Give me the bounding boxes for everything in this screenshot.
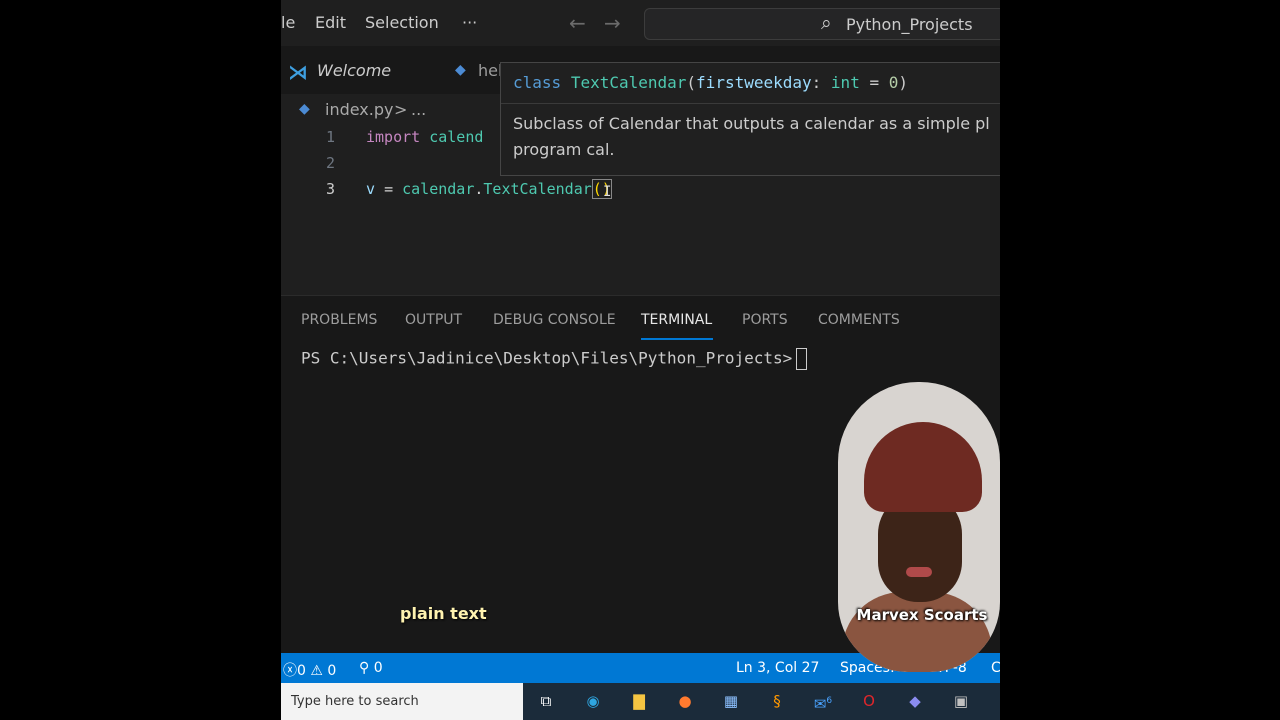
store-icon[interactable]: ▦ [721, 691, 741, 711]
back-arrow-icon[interactable]: ← [569, 11, 586, 35]
command-center[interactable]: ⌕ Python_Projects [644, 8, 1000, 40]
vscode-icon: ⋊ [288, 60, 308, 84]
firefox-icon[interactable]: ● [675, 691, 695, 711]
tab-hel-label: hel [478, 61, 503, 80]
video-caption: plain text [400, 604, 487, 623]
file-explorer-icon[interactable]: ▇ [629, 691, 649, 711]
sig-type: int [830, 73, 860, 92]
terminal-prompt: PS C:\Users\Jadinice\Desktop\Files\Pytho… [301, 348, 793, 368]
edge-icon[interactable]: ◉ [583, 691, 603, 711]
hover-divider [501, 103, 1000, 104]
tab-output[interactable]: OUTPUT [405, 312, 462, 328]
mail-icon[interactable]: ✉6 [813, 691, 833, 713]
code-line-1: import calend [366, 128, 483, 146]
ports-count: 0 [373, 660, 383, 676]
variable-v: v [366, 180, 376, 198]
module-calendar: calendar [402, 180, 475, 198]
title-bar: le Edit Selection ··· ← → ⌕ Python_Proje… [281, 0, 1000, 46]
task-view-icon[interactable]: ⧉ [536, 691, 556, 711]
sig-class: TextCalendar [570, 73, 687, 92]
tab-terminal[interactable]: TERMINAL [641, 312, 712, 328]
tab-welcome[interactable]: ⋊ Welcome [281, 46, 441, 94]
module-name: calend [429, 128, 484, 146]
code-line-3: v = calendar.TextCalendar() [366, 179, 612, 199]
terminal-cursor [796, 348, 808, 370]
presenter-mouth [906, 567, 932, 577]
breadcrumb-file[interactable]: index.py [325, 100, 393, 119]
line-number: 2 [325, 154, 335, 172]
sig-equals: = [869, 73, 880, 92]
problems-indicator[interactable]: ⓧ0 ⚠ 0 [283, 660, 336, 680]
radio-tower-icon: ⚲ [359, 660, 370, 676]
warning-icon: ⚠ [310, 663, 323, 679]
python-file-icon: ◆ [299, 101, 310, 117]
sublime-icon[interactable]: § [767, 691, 787, 711]
presenter-webcam [838, 382, 1000, 672]
presenter-name: Marvex Scoarts [856, 606, 988, 624]
tab-welcome-label: Welcome [317, 61, 392, 80]
tab-debug-console[interactable]: DEBUG CONSOLE [493, 312, 616, 328]
sig-default: 0 [888, 73, 899, 92]
menu-file[interactable]: le [281, 13, 295, 32]
forward-arrow-icon[interactable]: → [604, 11, 621, 35]
opera-icon[interactable]: O [859, 691, 879, 711]
tab-comments[interactable]: COMMENTS [818, 312, 900, 328]
breadcrumb-separator: > [394, 100, 408, 119]
menu-edit[interactable]: Edit [315, 13, 346, 32]
hover-signature: class TextCalendar(firstweekday: int = 0… [513, 73, 908, 92]
line-number-active: 3 [325, 180, 335, 198]
active-tab-indicator [641, 338, 713, 340]
error-icon: ⓧ [283, 663, 297, 679]
menu-more[interactable]: ··· [462, 13, 477, 32]
cursor-position[interactable]: Ln 3, Col 27 [736, 660, 819, 676]
presenter-body [842, 592, 992, 672]
search-icon: ⌕ [821, 12, 832, 34]
python-file-icon: ◆ [455, 62, 466, 78]
tab-problems[interactable]: PROBLEMS [301, 312, 377, 328]
ports-indicator[interactable]: ⚲ 0 [359, 660, 383, 676]
windows-taskbar: Type here to search ⧉ ◉ ▇ ● ▦ § ✉6 O ◆ ▣ [281, 683, 1000, 720]
taskbar-search-placeholder: Type here to search [291, 694, 419, 709]
terminal-prompt-line[interactable]: PS C:\Users\Jadinice\Desktop\Files\Pytho… [301, 348, 808, 370]
command-center-label: Python_Projects [846, 15, 973, 34]
tab-ports[interactable]: PORTS [742, 312, 788, 328]
hover-tooltip: class TextCalendar(firstweekday: int = 0… [500, 62, 1000, 176]
operator-equals: = [384, 180, 394, 198]
presenter-hat [864, 422, 982, 512]
sig-open-paren: ( [686, 73, 697, 92]
sig-param: firstweekday [696, 73, 812, 92]
warning-count: 0 [327, 663, 337, 679]
mouse-cursor-icon: I [603, 184, 612, 200]
sig-keyword: class [513, 73, 562, 92]
line-number: 1 [325, 128, 335, 146]
app-icon[interactable]: ◆ [905, 691, 925, 711]
sig-close-paren: ) [898, 73, 909, 92]
keyword-import: import [366, 128, 421, 146]
hover-doc-line-1: Subclass of Calendar that outputs a cale… [513, 114, 990, 133]
error-count: 0 [297, 663, 306, 679]
class-textcalendar: TextCalendar [483, 180, 592, 198]
menu-selection[interactable]: Selection [365, 13, 439, 32]
status-trailing[interactable]: C [991, 660, 1000, 676]
terminal-app-icon[interactable]: ▣ [951, 691, 971, 711]
hover-doc-line-2: program cal. [513, 140, 615, 159]
taskbar-search[interactable]: Type here to search [281, 683, 523, 720]
breadcrumb-more[interactable]: ... [411, 100, 426, 119]
mail-badge: 6 [826, 696, 833, 706]
sig-colon: : [811, 73, 822, 92]
hover-doc: Subclass of Calendar that outputs a cale… [513, 111, 1000, 163]
